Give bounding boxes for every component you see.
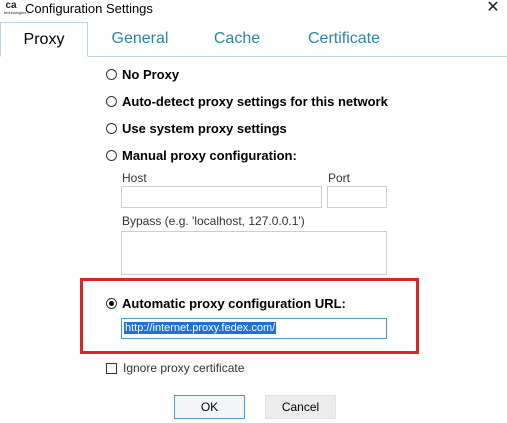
port-input[interactable] bbox=[327, 186, 387, 208]
manual-proxy-label: Manual proxy configuration: bbox=[122, 147, 297, 163]
tab-cache[interactable]: Cache bbox=[203, 22, 271, 56]
bypass-label: Bypass (e.g. 'localhost, 127.0.0.1') bbox=[122, 214, 305, 228]
tab-bar: Proxy General Cache Certificate bbox=[0, 22, 507, 57]
no-proxy-option[interactable]: No Proxy bbox=[106, 66, 179, 82]
auto-detect-radio[interactable] bbox=[106, 95, 117, 107]
system-proxy-option[interactable]: Use system proxy settings bbox=[106, 120, 287, 136]
port-label: Port bbox=[328, 171, 351, 185]
host-input[interactable] bbox=[121, 186, 322, 208]
ok-button[interactable]: OK bbox=[174, 395, 245, 419]
tab-proxy[interactable]: Proxy bbox=[0, 22, 88, 57]
bypass-textarea[interactable] bbox=[121, 231, 387, 275]
host-label: Host bbox=[122, 171, 147, 185]
no-proxy-label: No Proxy bbox=[122, 66, 180, 82]
tab-general[interactable]: General bbox=[100, 22, 180, 56]
auto-detect-option[interactable]: Auto-detect proxy settings for this netw… bbox=[106, 93, 388, 109]
ignore-certificate-label: Ignore proxy certificate bbox=[123, 361, 245, 375]
close-icon[interactable]: ✕ bbox=[485, 0, 501, 17]
manual-proxy-radio[interactable] bbox=[106, 149, 117, 161]
system-proxy-label: Use system proxy settings bbox=[122, 120, 287, 136]
no-proxy-radio[interactable] bbox=[106, 68, 117, 80]
title-bar: ca technologies Configuration Settings ✕ bbox=[0, 0, 507, 20]
tab-certificate[interactable]: Certificate bbox=[296, 22, 392, 56]
window-title: Configuration Settings bbox=[25, 1, 153, 16]
app-logo-subtext: technologies bbox=[4, 10, 27, 15]
ignore-certificate-checkbox[interactable] bbox=[106, 362, 117, 374]
app-logo-icon: ca technologies bbox=[4, 1, 27, 15]
system-proxy-radio[interactable] bbox=[106, 122, 117, 134]
highlight-annotation-box bbox=[80, 278, 419, 354]
cancel-button[interactable]: Cancel bbox=[265, 395, 336, 419]
manual-proxy-option[interactable]: Manual proxy configuration: bbox=[106, 147, 297, 163]
ignore-certificate-option[interactable]: Ignore proxy certificate bbox=[106, 360, 244, 376]
auto-detect-label: Auto-detect proxy settings for this netw… bbox=[122, 93, 388, 109]
